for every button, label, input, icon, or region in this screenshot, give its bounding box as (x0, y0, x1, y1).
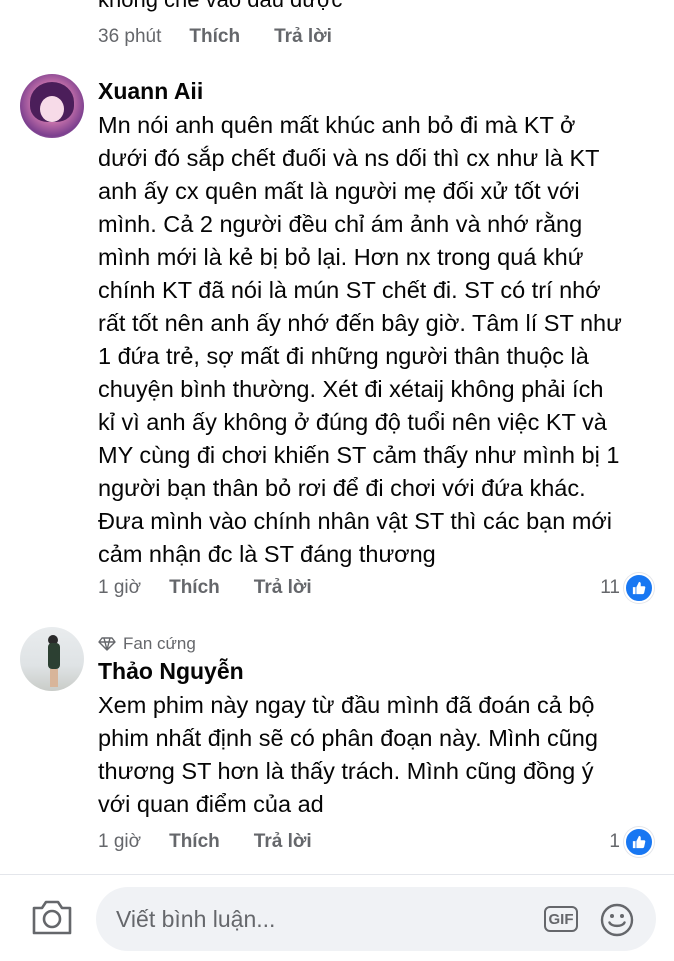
reaction-count: 1 (609, 831, 620, 852)
comment-line: anh ấy cx quên mất là người mẹ đối xử tố… (98, 178, 580, 204)
comment-line: mình mới là kẻ bị bỏ lại. Hơn nx trong q… (98, 244, 584, 270)
comment-line: chuyện bình thường. Xét đi xétaij không … (98, 376, 604, 402)
diamond-icon (98, 637, 116, 651)
comment-author[interactable]: Xuann Aii (98, 78, 203, 105)
comment-actions: 1 giờ Thích Trả lời (98, 577, 346, 599)
avatar[interactable] (20, 74, 84, 138)
comment-line: cảm nhận đc là ST đáng thương (98, 541, 436, 567)
like-thumb-icon (624, 573, 654, 603)
gif-icon[interactable]: GIF (544, 906, 578, 932)
comment-line: Xem phim này ngay từ đầu mình đã đoán cả… (98, 692, 595, 718)
like-button[interactable]: Thích (189, 26, 240, 48)
reply-button[interactable]: Trả lời (254, 831, 312, 853)
fan-badge-label: Fan cứng (123, 634, 196, 653)
comment-composer: Viết bình luận... GIF (0, 874, 674, 961)
comment-body: Xem phim này ngay từ đầu mình đã đoán cả… (98, 689, 658, 821)
previous-comment-text: không chế vào đâu được (98, 0, 342, 14)
comment-body: Mn nói anh quên mất khúc anh bỏ đi mà KT… (98, 109, 658, 571)
comment-author[interactable]: Thảo Nguyễn (98, 658, 244, 685)
previous-comment-actions: 36 phút Thích Trả lời (98, 26, 366, 48)
comment-line: với quan điểm của ad (98, 791, 324, 817)
comment-actions: 1 giờ Thích Trả lời (98, 831, 346, 853)
comment-line: thương ST hơn là thấy trách. Mình cũng đ… (98, 758, 594, 784)
comment-input-placeholder: Viết bình luận... (116, 905, 276, 932)
comment-time: 1 giờ (98, 577, 142, 598)
reply-button[interactable]: Trả lời (274, 26, 332, 48)
reaction-count: 11 (600, 577, 620, 598)
comments-feed: không chế vào đâu được 36 phút Thích Trả… (0, 0, 674, 874)
emoji-icon[interactable] (600, 903, 634, 937)
like-thumb-icon (624, 827, 654, 857)
comment-line: rất tốt nên anh ấy nhớ đến bây giờ. Tâm … (98, 310, 622, 336)
like-button[interactable]: Thích (169, 577, 220, 599)
comment-time: 36 phút (98, 26, 162, 47)
comment-line: kỉ vì anh ấy không ở đúng độ tuổi nên vi… (98, 409, 607, 435)
comment-input[interactable]: Viết bình luận... GIF (96, 887, 656, 951)
comment-line: người bạn thân bỏ rơi để đi chơi với đứa… (98, 475, 586, 501)
avatar[interactable] (20, 627, 84, 691)
comment-line: mình. Cả 2 người đều chỉ ám ảnh và nhớ r… (98, 211, 583, 237)
comment-line: dưới đó sắp chết đuối và ns dối thì cx n… (98, 145, 600, 171)
comment-line: phim nhất định sẽ có phân đoạn này. Mình… (98, 725, 598, 751)
comment-line: MY cùng đi chơi khiến ST cảm thấy như mì… (98, 442, 620, 468)
camera-icon[interactable] (30, 897, 74, 937)
comment-line: Mn nói anh quên mất khúc anh bỏ đi mà KT… (98, 112, 576, 138)
gif-label: GIF (548, 910, 574, 928)
fan-badge: Fan cứng (98, 634, 196, 654)
comment-line: chính KT đã nói là mún ST chết đi. ST có… (98, 277, 601, 303)
comment-line: 1 đứa trẻ, sợ mất đi những người thân th… (98, 343, 589, 369)
reaction-summary[interactable]: 11 (600, 573, 654, 603)
like-button[interactable]: Thích (169, 831, 220, 853)
reply-button[interactable]: Trả lời (254, 577, 312, 599)
reaction-summary[interactable]: 1 (609, 827, 654, 857)
comment-line: Đưa mình vào chính nhân vật ST thì các b… (98, 508, 613, 534)
comment-time: 1 giờ (98, 831, 142, 852)
